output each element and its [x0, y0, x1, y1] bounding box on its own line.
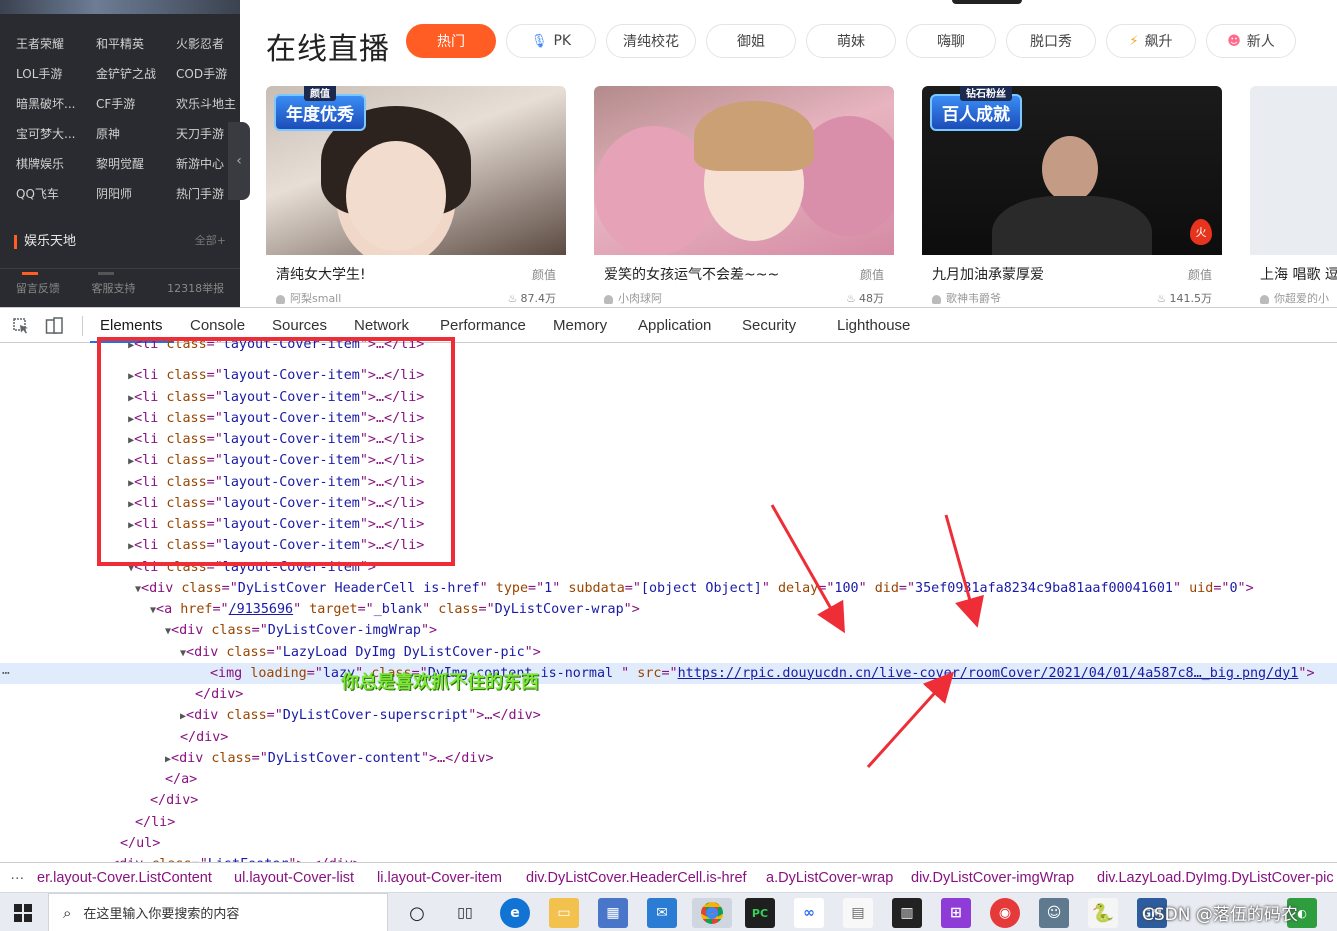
file-explorer-icon[interactable]: ▭ [549, 898, 579, 928]
csdn-watermark: CSDN @落伍的码农 [1142, 905, 1298, 925]
media-app-icon[interactable]: ⊞ [941, 898, 971, 928]
search-icon: ⌕ [63, 903, 72, 922]
video-editor-icon[interactable]: ▥ [892, 898, 922, 928]
windows-taskbar: ⌕ 在这里输入你要搜索的内容 ○ ▯▯ e ▭ ▦ ✉ PC ∞ ▤ ▥ ⊞ ◉… [0, 892, 1337, 931]
game-app-icon[interactable]: ☺ [1039, 898, 1069, 928]
dom-breadcrumbs: … er.layout-Cover.ListContent ul.layout-C… [0, 862, 1337, 892]
arrow-1 [770, 504, 845, 634]
breadcrumb-item[interactable]: div.DyListCover.HeaderCell.is-href [526, 870, 747, 886]
edge-icon[interactable]: e [500, 898, 530, 928]
breadcrumb-item[interactable]: div.LazyLoad.DyImg.DyListCover-pic [1097, 870, 1334, 886]
breadcrumb-item[interactable]: a.DyListCover-wrap [766, 870, 893, 886]
breadcrumb-item[interactable]: li.layout-Cover-item [377, 870, 502, 886]
baidu-netdisk-icon[interactable]: ∞ [794, 898, 824, 928]
windows-start-icon[interactable] [14, 904, 32, 922]
arrow-2 [944, 514, 984, 628]
pycharm-icon[interactable]: PC [745, 898, 775, 928]
task-view-icon[interactable]: ▯▯ [450, 898, 480, 928]
annotation-arrows [770, 504, 984, 769]
netease-music-icon[interactable]: ◉ [990, 898, 1020, 928]
mail-icon[interactable]: ✉ [647, 898, 677, 928]
python-icon[interactable]: 🐍 [1088, 898, 1118, 928]
search-placeholder: 在这里输入你要搜索的内容 [83, 907, 240, 922]
store-icon[interactable]: ▦ [598, 898, 628, 928]
chrome-icon[interactable] [692, 898, 732, 928]
breadcrumb-item[interactable]: div.DyListCover-imgWrap [911, 870, 1074, 886]
annotation-caption: 你总是喜欢抓不住的东西 [341, 672, 539, 693]
breadcrumb-item[interactable]: er.layout-Cover.ListContent [37, 870, 212, 886]
taskbar-search-box[interactable]: ⌕ 在这里输入你要搜索的内容 [48, 893, 388, 931]
cortana-icon[interactable]: ○ [402, 898, 432, 928]
breadcrumb-item[interactable]: ul.layout-Cover-list [234, 870, 354, 886]
breadcrumbs-more[interactable]: … [10, 867, 25, 883]
notepad-icon[interactable]: ▤ [843, 898, 873, 928]
arrow-3 [866, 671, 955, 769]
